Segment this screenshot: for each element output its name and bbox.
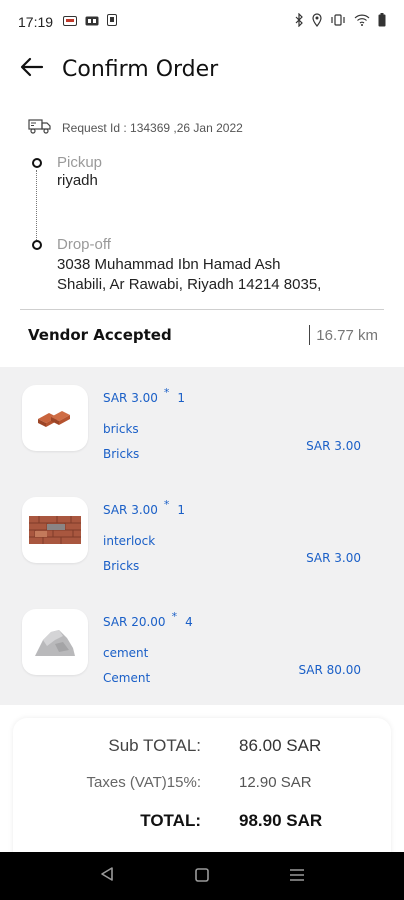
item-quantity: 1 [177,503,186,517]
item-category: Bricks [103,559,140,573]
total-label: TOTAL: [140,811,201,830]
distance-separator [308,325,311,345]
item-total: SAR 3.00 [306,551,361,565]
total-row: TOTAL: 98.90 SAR [13,811,391,837]
cement-image [22,609,88,675]
page-title: Confirm Order [62,56,219,82]
list-item[interactable]: SAR 3.00 * 1 interlock Bricks SAR 3.00 [0,497,404,597]
item-price-line: SAR 3.00 * 1 [103,386,186,405]
nav-back-icon [100,866,114,886]
status-bar: 17:19 [0,0,404,44]
multiply-star: * [171,610,178,623]
bricks-image [22,385,88,451]
order-summary-card: Sub TOTAL: 86.00 SAR Taxes (VAT)15%: 12.… [13,718,391,868]
item-unit-price: SAR 3.00 [103,503,158,517]
nav-back-button[interactable] [87,856,127,896]
dropoff-address-line1: 3038 Muhammad Ibn Hamad Ash [57,256,281,273]
tax-label: Taxes (VAT)15%: [86,774,201,791]
app-bar: Confirm Order [0,44,404,94]
wifi-icon [354,14,370,30]
back-button[interactable] [6,44,58,94]
route-line [36,170,37,248]
request-id-text: Request Id : 134369 ,26 Jan 2022 [62,120,243,135]
subtotal-row: Sub TOTAL: 86.00 SAR [13,736,391,762]
item-name: interlock [103,534,156,548]
media-icon [85,14,99,30]
item-category: Cement [103,671,151,685]
interlock-image [22,497,88,563]
tax-row: Taxes (VAT)15%: 12.90 SAR [13,774,391,800]
distance-value: 16.77 km [316,326,378,344]
battery-icon [378,13,386,31]
item-category: Bricks [103,447,140,461]
dropoff-label: Drop-off [57,236,111,253]
item-price-line: SAR 20.00 * 4 [103,610,193,629]
nav-menu-button[interactable] [277,856,317,896]
item-name: bricks [103,422,139,436]
total-value: 98.90 SAR [239,811,323,830]
device-icon [107,14,118,30]
nav-menu-icon [289,867,305,886]
delivery-truck-icon [28,117,52,138]
item-price-line: SAR 3.00 * 1 [103,498,186,517]
nav-home-icon [195,867,209,886]
status-time: 17:19 [18,14,54,30]
tax-value: 12.90 SAR [239,774,312,791]
item-total: SAR 3.00 [306,439,361,453]
nav-home-button[interactable] [182,856,222,896]
request-info: Request Id : 134369 ,26 Jan 2022 [28,117,243,138]
item-unit-price: SAR 3.00 [103,391,158,405]
location-icon [312,13,322,31]
pickup-value: riyadh [57,172,98,189]
list-item[interactable]: SAR 20.00 * 4 cement Cement SAR 80.00 [0,609,404,709]
status-left-icons [63,14,118,30]
distance: 16.77 km [308,325,378,345]
subtotal-label: Sub TOTAL: [108,736,201,755]
bluetooth-icon [294,12,304,31]
vendor-row: Vendor Accepted 16.77 km [28,322,378,348]
dropoff-dot [32,240,42,250]
status-right-icons [294,12,386,31]
item-total: SAR 80.00 [298,663,361,677]
subtotal-value: 86.00 SAR [239,736,322,755]
vibrate-icon [330,14,346,30]
system-nav-bar [0,852,404,900]
dropoff-address-line2: Shabili, Ar Rawabi, Riyadh 14214 8035, [57,276,322,293]
item-name: cement [103,646,149,660]
divider [20,309,384,310]
app-notification-icon [63,14,78,30]
pickup-dot [32,158,42,168]
item-quantity: 1 [177,391,186,405]
arrow-left-icon [20,57,44,81]
multiply-star: * [163,386,170,399]
item-unit-price: SAR 20.00 [103,615,166,629]
list-item[interactable]: SAR 3.00 * 1 bricks Bricks SAR 3.00 [0,385,404,485]
item-quantity: 4 [185,615,193,629]
order-items: SAR 3.00 * 1 bricks Bricks SAR 3.00 SAR 3.… [0,367,404,705]
vendor-status: Vendor Accepted [28,326,172,344]
pickup-label: Pickup [57,154,103,171]
multiply-star: * [163,498,170,511]
